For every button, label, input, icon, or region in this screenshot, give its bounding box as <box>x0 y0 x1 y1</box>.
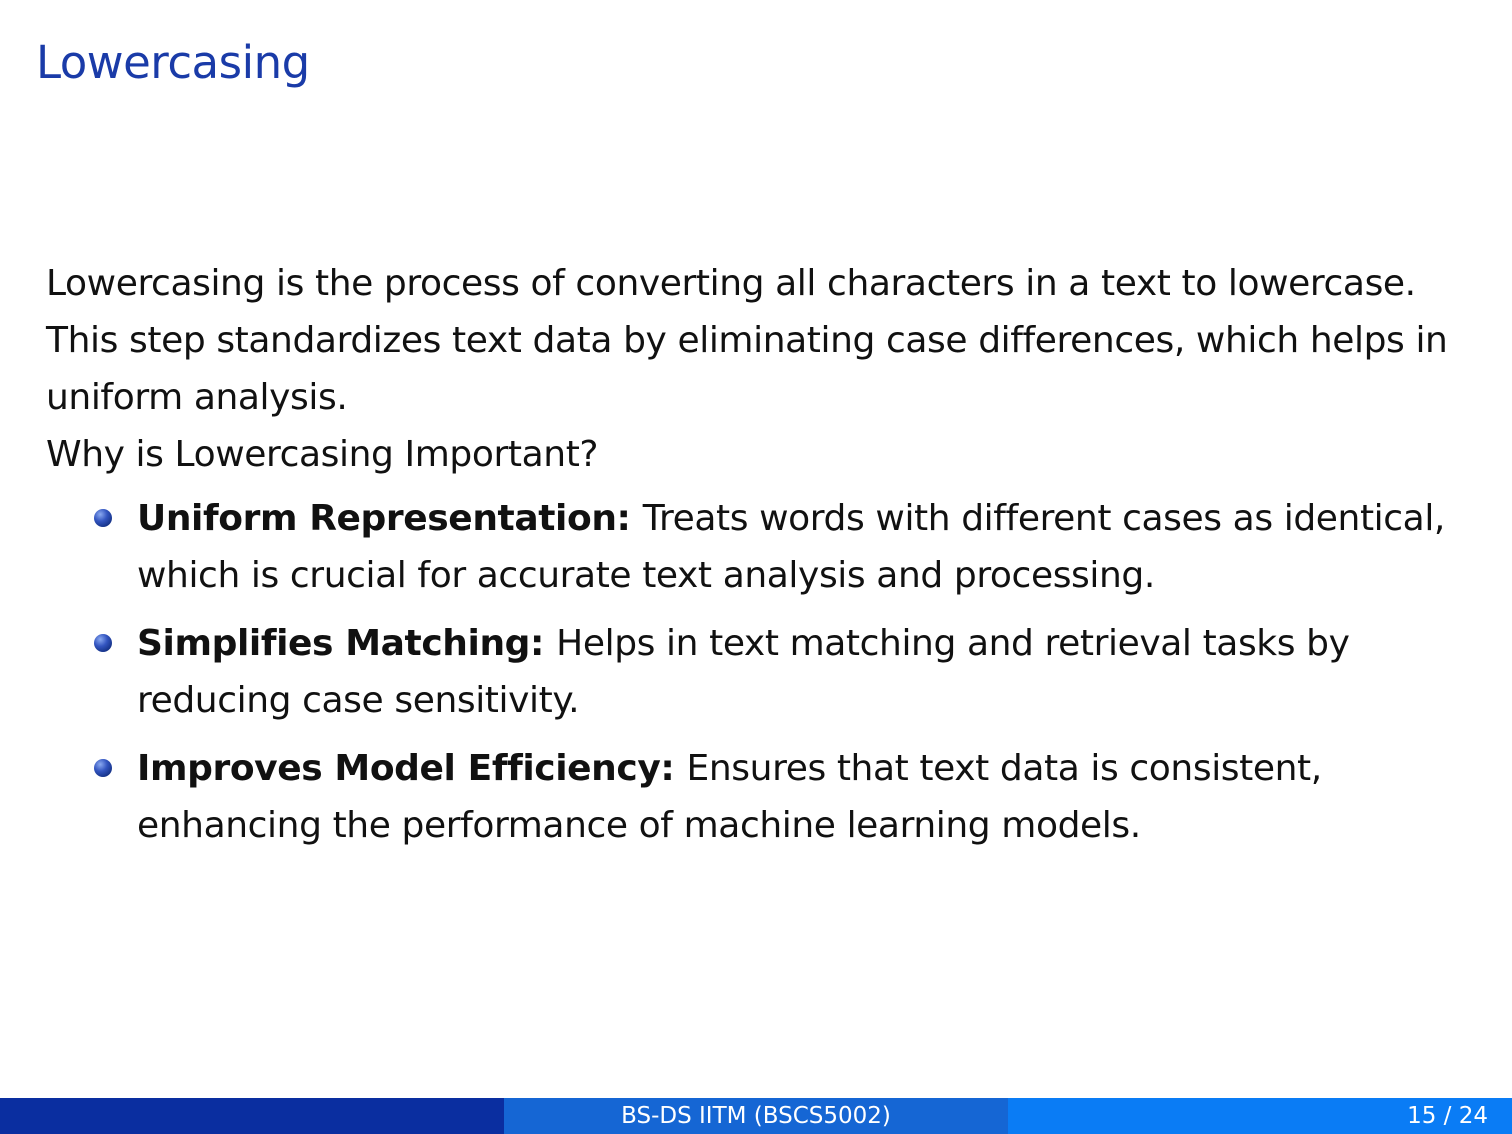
bullet-ball-icon <box>94 634 112 652</box>
bullet-item: Uniform Representation: Treats words wit… <box>46 490 1486 604</box>
slide: Lowercasing Lowercasing is the process o… <box>0 0 1512 1134</box>
footer-left-segment <box>0 1098 504 1134</box>
bullet-term: Improves Model Efficiency: <box>137 748 687 789</box>
bullet-list: Uniform Representation: Treats words wit… <box>46 490 1486 854</box>
bullet-term: Simplifies Matching: <box>137 623 557 664</box>
bullet-ball-icon <box>94 759 112 777</box>
bullet-item: Simplifies Matching: Helps in text match… <box>46 615 1486 729</box>
slide-footer: BS-DS IITM (BSCS5002) 15 / 24 <box>0 1098 1512 1134</box>
intro-paragraph: Lowercasing is the process of converting… <box>46 263 1448 418</box>
bullet-item: Improves Model Efficiency: Ensures that … <box>46 740 1486 854</box>
slide-title: Lowercasing <box>36 36 310 89</box>
footer-page-number: 15 / 24 <box>1008 1098 1512 1134</box>
section-question: Why is Lowercasing Important? <box>46 434 599 475</box>
slide-content: Lowercasing is the process of converting… <box>46 255 1486 865</box>
footer-course-label: BS-DS IITM (BSCS5002) <box>504 1098 1008 1134</box>
bullet-ball-icon <box>94 509 112 527</box>
bullet-term: Uniform Representation: <box>137 498 643 539</box>
